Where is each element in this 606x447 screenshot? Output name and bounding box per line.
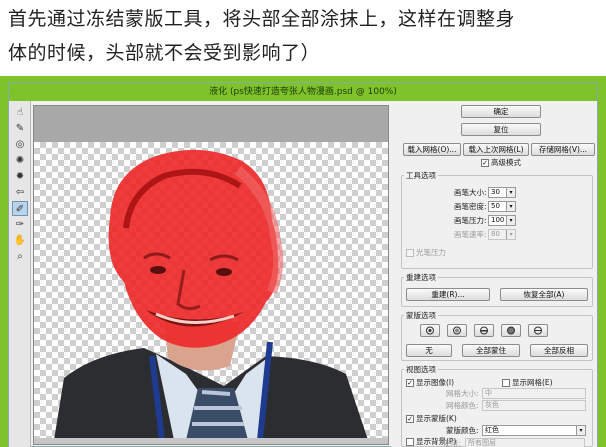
bloat-icon[interactable]: ✹ (12, 169, 28, 184)
ok-button[interactable]: 确定 (461, 105, 541, 118)
forward-warp-icon[interactable]: ☝ (12, 105, 28, 120)
brush-size-label: 画笔大小: (454, 188, 487, 197)
view-options-title: 视图选项 (404, 365, 438, 374)
mesh-size-label: 网格大小: (446, 389, 479, 398)
mask-options-title: 蒙版选项 (404, 311, 438, 320)
brush-pressure-field[interactable]: 100 ▾ (488, 215, 516, 226)
load-last-mesh-button[interactable]: 载入上次网格(L) (463, 143, 529, 156)
hand-icon[interactable]: ✋ (12, 233, 28, 248)
brush-pressure-label: 画笔压力: (454, 216, 487, 225)
thaw-mask-icon[interactable]: ✑ (12, 217, 28, 232)
brush-density-label: 画笔密度: (454, 202, 487, 211)
intersect-selection-icon[interactable] (501, 324, 521, 337)
restore-all-button[interactable]: 恢复全部(A) (500, 288, 588, 301)
subtract-from-selection-icon[interactable] (474, 324, 494, 337)
reconstruct-options-group: 重建选项 重建(R)... 恢复全部(A) (401, 273, 593, 307)
chevron-down-icon: ▾ (506, 202, 515, 211)
dialog-title: 液化 (ps快速打造夸张人物漫画.psd @ 100%) (9, 83, 597, 101)
chevron-down-icon: ▾ (506, 230, 515, 239)
mesh-color-label: 网格颜色: (446, 401, 479, 410)
preview-area (33, 105, 389, 445)
show-image-checkbox[interactable]: ✓ (406, 379, 414, 387)
mesh-color-select: 灰色 (482, 400, 586, 411)
add-to-selection-icon[interactable] (447, 324, 467, 337)
save-mesh-button[interactable]: 存储网格(V)... (531, 143, 595, 156)
tool-palette: ☝ ✎ ◎ ✺ ✹ ⇦ ✐ ✑ ✋ ⌕ (9, 101, 31, 447)
mask-none-button[interactable]: 无 (406, 344, 452, 357)
advanced-mode-label: 高级模式 (491, 158, 521, 167)
zoom-icon[interactable]: ⌕ (12, 249, 28, 264)
advanced-mode-checkbox[interactable]: ✓ (481, 159, 489, 167)
chevron-down-icon: ▾ (506, 188, 515, 197)
reset-button[interactable]: 复位 (461, 123, 541, 136)
options-panel: 确定 复位 载入网格(O)... 载入上次网格(L) 存储网格(V)... ✓ … (391, 101, 597, 447)
show-backdrop-checkbox[interactable] (406, 438, 414, 446)
mesh-size-select: 中 (482, 388, 586, 399)
view-options-group: 视图选项 ✓ 显示图像(I) 显示网格(E) 网格大小: 中 网格颜色: 灰色 … (401, 365, 593, 447)
show-mesh-checkbox[interactable] (502, 379, 510, 387)
mask-all-button[interactable]: 全部蒙住 (462, 344, 520, 357)
reconstruct-icon[interactable]: ✎ (12, 121, 28, 136)
show-mask-label: 显示蒙版(K) (416, 414, 457, 423)
brush-size-field[interactable]: 30 ▾ (488, 187, 516, 198)
show-mask-checkbox[interactable]: ✓ (406, 415, 414, 423)
caption-line-2: 体的时候，头部就不会受到影响了） (8, 42, 321, 64)
reconstruct-options-title: 重建选项 (404, 273, 438, 282)
mask-color-select[interactable]: 红色 ▾ (482, 425, 586, 436)
mask-options-group: 蒙版选项 无 全部蒙住 全部反相 (401, 311, 593, 361)
use-select: 所有图层 (465, 438, 585, 447)
invert-all-button[interactable]: 全部反相 (530, 344, 588, 357)
tool-options-group: 工具选项 画笔大小: 30 ▾ 画笔密度: 50 ▾ 画笔压力: 100 ▾ 画笔速率… (401, 171, 593, 269)
tool-options-title: 工具选项 (404, 171, 438, 180)
replace-selection-icon[interactable] (420, 324, 440, 337)
pucker-icon[interactable]: ✺ (12, 153, 28, 168)
brush-density-field[interactable]: 50 ▾ (488, 201, 516, 212)
load-mesh-button[interactable]: 载入网格(O)... (403, 143, 461, 156)
liquify-dialog: 液化 (ps快速打造夸张人物漫画.psd @ 100%) ☝ ✎ ◎ ✺ ✹ ⇦… (8, 82, 598, 447)
chevron-down-icon: ▾ (576, 426, 585, 435)
horizontal-scrollbar[interactable] (34, 438, 388, 444)
brush-rate-field: 80 ▾ (488, 229, 516, 240)
twirl-icon[interactable]: ◎ (12, 137, 28, 152)
caption-line-1: 首先通过冻结蒙版工具，将头部全部涂抹上，这样在调整身 (8, 8, 516, 30)
invert-selection-icon[interactable] (528, 324, 548, 337)
freeze-mask-icon[interactable]: ✐ (12, 201, 28, 216)
caption: 首先通过冻结蒙版工具，将头部全部涂抹上，这样在调整身 体的时候，头部就不会受到影… (8, 2, 600, 70)
reconstruct-button[interactable]: 重建(R)... (406, 288, 490, 301)
show-mesh-label: 显示网格(E) (512, 378, 553, 387)
show-image-label: 显示图像(I) (416, 378, 455, 387)
push-left-icon[interactable]: ⇦ (12, 185, 28, 200)
mask-mode-buttons (420, 324, 580, 338)
stylus-pressure-checkbox (406, 249, 414, 257)
chevron-down-icon: ▾ (506, 216, 515, 225)
brush-rate-label: 画笔速率: (454, 230, 487, 239)
portrait-image (54, 149, 368, 441)
mask-color-label: 蒙版颜色: (446, 426, 479, 435)
preview-canvas[interactable] (34, 142, 388, 441)
stylus-pressure-label: 光笔压力 (416, 248, 446, 257)
use-label: 使用: (443, 439, 461, 447)
